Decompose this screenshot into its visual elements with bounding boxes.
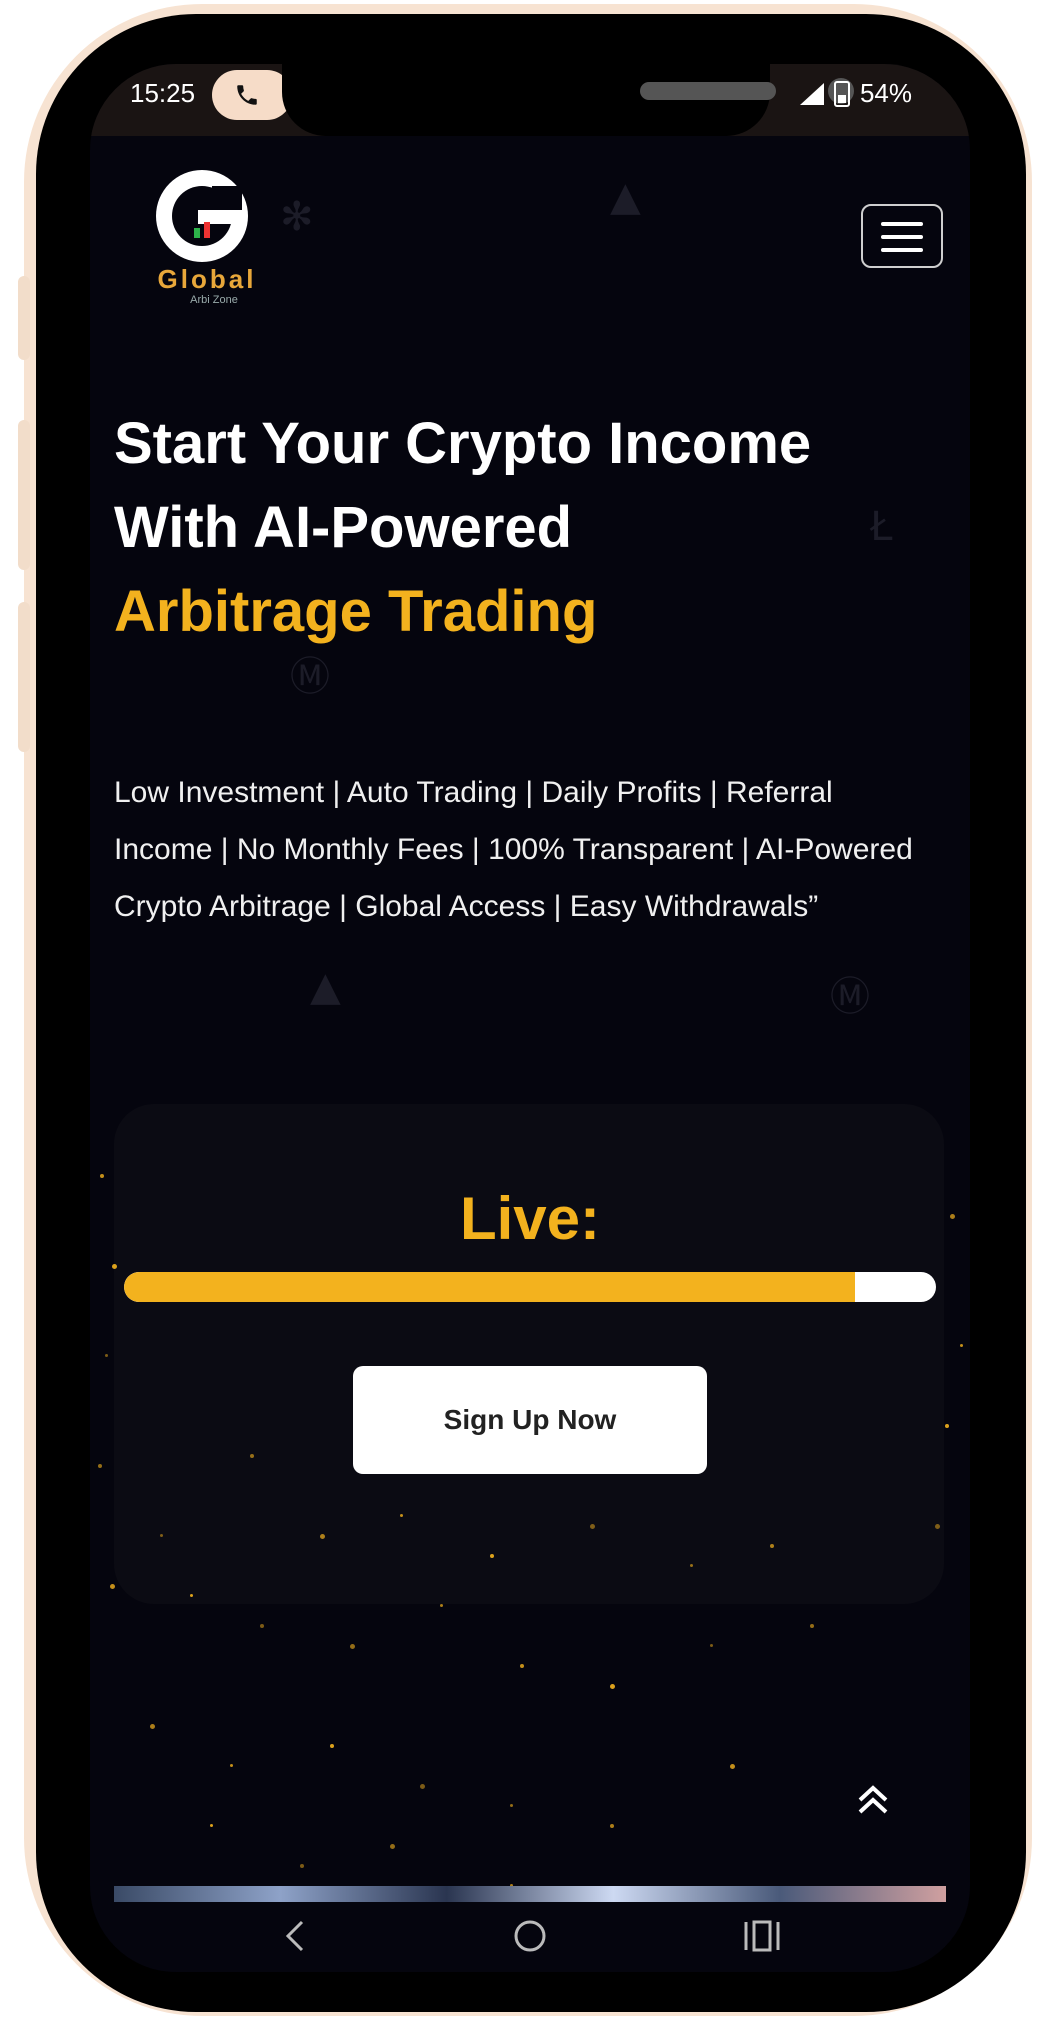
particle-dot xyxy=(945,1424,949,1428)
particle-dot xyxy=(150,1724,155,1729)
particle-dot xyxy=(100,1174,104,1178)
hero-title-highlight: Arbitrage Trading xyxy=(114,579,598,644)
volume-button xyxy=(18,276,30,360)
status-time: 15:25 xyxy=(130,78,196,108)
particle-dot xyxy=(610,1824,614,1828)
camera-notch xyxy=(282,64,854,136)
logo-text: Global xyxy=(157,264,257,294)
hamburger-menu-button[interactable] xyxy=(861,204,943,268)
phone-call-icon xyxy=(237,85,257,105)
particle-dot xyxy=(490,1554,494,1558)
particle-dot xyxy=(260,1624,264,1628)
status-bar: 15:25 54% xyxy=(90,64,970,136)
particle-dot xyxy=(105,1354,108,1357)
signal-icon xyxy=(799,82,824,105)
particle-dot xyxy=(400,1514,403,1517)
live-label: Live: xyxy=(459,1185,601,1252)
live-progress-bar xyxy=(124,1272,936,1302)
particle-dot xyxy=(350,1644,355,1649)
hero-title: Start Your Crypto Income With AI-Powered… xyxy=(114,402,964,654)
particle-dot xyxy=(320,1534,325,1539)
particle-dot xyxy=(110,1584,115,1589)
particle-dot xyxy=(710,1644,713,1647)
particle-dot xyxy=(330,1744,334,1748)
hero-title-line2: With AI-Powered xyxy=(114,495,573,560)
particle-dot xyxy=(250,1454,254,1458)
next-section-image xyxy=(114,1886,946,1902)
hero-title-line1: Start Your Crypto Income xyxy=(114,411,812,476)
particle-dot xyxy=(210,1824,213,1827)
volume-button xyxy=(18,420,30,570)
particle-dot xyxy=(420,1784,425,1789)
particle-dot xyxy=(160,1534,163,1537)
particle-dot xyxy=(730,1764,735,1769)
home-icon[interactable] xyxy=(508,1914,552,1958)
battery-icon xyxy=(833,80,850,107)
recents-icon[interactable] xyxy=(740,1914,784,1958)
particle-dot xyxy=(520,1664,524,1668)
particle-dot xyxy=(230,1764,233,1767)
bg-crypto-icon: Ⓜ xyxy=(830,974,870,1020)
ongoing-call-pill[interactable] xyxy=(212,70,292,120)
bg-crypto-icon: ▲ xyxy=(610,174,641,220)
speaker-grille xyxy=(640,82,776,100)
system-nav-bar xyxy=(90,1904,970,1972)
double-chevron-up-icon[interactable] xyxy=(848,1776,898,1826)
logo-subtext: Arbi Zone xyxy=(190,294,238,306)
bg-crypto-icon: ✻ xyxy=(280,194,314,240)
particle-dot xyxy=(610,1684,615,1689)
status-right: 54% xyxy=(799,78,912,109)
particle-dot xyxy=(960,1344,963,1347)
sign-up-button[interactable]: Sign Up Now xyxy=(353,1366,707,1474)
particle-dot xyxy=(98,1464,102,1468)
particle-dot xyxy=(690,1564,693,1567)
power-button xyxy=(18,602,30,752)
particle-dot xyxy=(190,1594,193,1597)
particle-dot xyxy=(112,1264,117,1269)
particle-dot xyxy=(950,1214,955,1219)
particle-dot xyxy=(390,1844,395,1849)
particle-dot xyxy=(810,1624,814,1628)
live-card xyxy=(114,1104,944,1604)
particle-dot xyxy=(440,1604,443,1607)
particle-dot xyxy=(770,1544,774,1548)
battery-percent: 54% xyxy=(859,78,912,108)
back-icon[interactable] xyxy=(276,1914,316,1958)
bg-crypto-icon: ▲ xyxy=(310,964,341,1010)
particle-dot xyxy=(510,1804,513,1807)
particle-dot xyxy=(590,1524,595,1529)
live-progress-fill xyxy=(124,1272,855,1302)
particle-dot xyxy=(935,1524,940,1529)
particle-dot xyxy=(300,1864,304,1868)
phone-screen: 15:25 54% ✻ ▲ Ł Ⓜ ▲ Ⓜ Global Arbi Zone S… xyxy=(90,64,970,1972)
hero-description: Low Investment | Auto Trading | Daily Pr… xyxy=(114,776,913,923)
